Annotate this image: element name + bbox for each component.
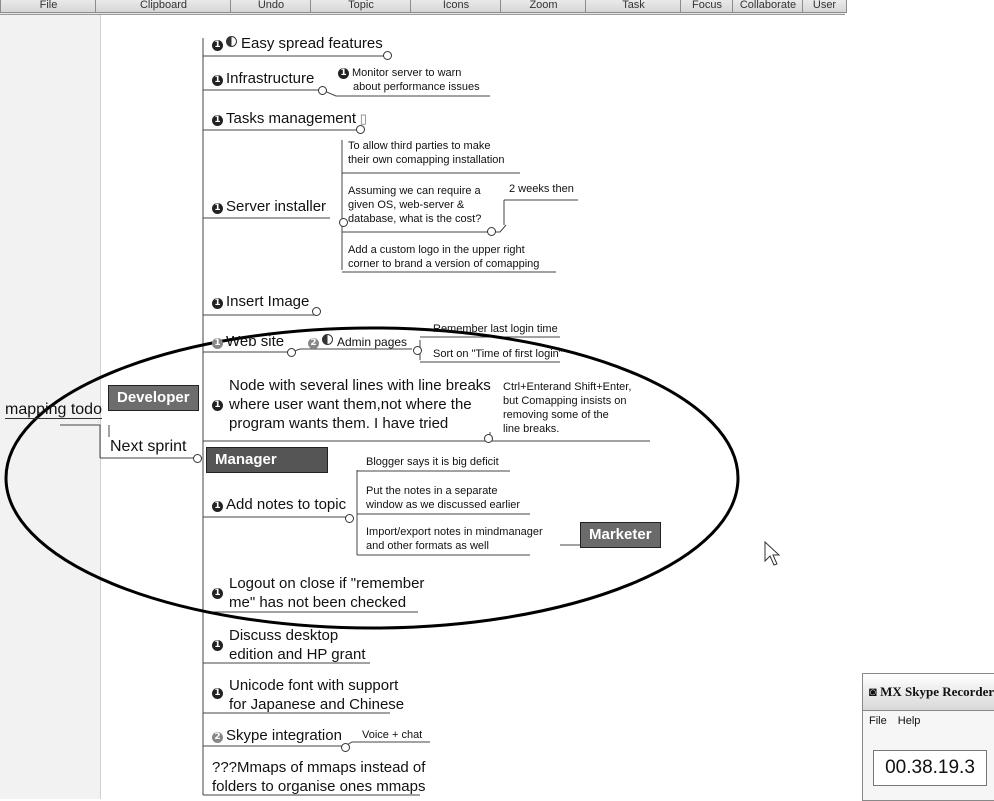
topic-label: Easy spread features (241, 35, 383, 52)
topic-admin-pages[interactable]: 2 Admin pages (308, 334, 407, 349)
priority-1-icon: 1 (212, 338, 223, 349)
priority-1-icon: 1 (212, 75, 223, 86)
topic-label: Tasks management (226, 110, 357, 127)
topic-skype-integration[interactable]: 2 Skype integration (212, 727, 342, 744)
priority-1-icon: 1 (212, 203, 223, 214)
priority-2-icon: 2 (308, 338, 319, 349)
recorder-title-bar: ◙ MX Skype Recorder (863, 674, 994, 711)
manager-tag: Manager (206, 447, 328, 473)
priority-1-icon: 1 (212, 400, 223, 411)
priority-1-icon: 1 (212, 588, 223, 599)
priority-1-icon: 1 (212, 298, 223, 309)
topic-server-installer[interactable]: 1 Server installer (212, 198, 326, 215)
recorder-menu-help[interactable]: Help (898, 715, 921, 727)
collapse-knob[interactable] (487, 227, 496, 236)
mouse-pointer-icon (764, 541, 780, 566)
priority-1-icon: 1 (212, 40, 223, 51)
collapse-knob[interactable] (193, 454, 202, 463)
recorder-menu-bar: File Help (863, 711, 994, 731)
progress-half-icon (226, 36, 237, 47)
topic-label: Insert Image (226, 293, 310, 310)
topic-label: Skype integration (226, 727, 342, 744)
topic-web-site[interactable]: 1 Web site (212, 333, 284, 350)
next-sprint-topic[interactable]: Next sprint (110, 438, 186, 455)
collapse-knob[interactable] (318, 86, 327, 95)
topic-label: Server installer (226, 198, 327, 215)
note-third-parties[interactable]: To allow third parties to make their own … (348, 139, 505, 167)
topic-node-line-breaks[interactable]: 1 Node with several lines with line break… (212, 376, 491, 433)
recorder-menu-file[interactable]: File (869, 715, 887, 727)
priority-1-icon: 1 (338, 68, 349, 79)
note-voice-chat[interactable]: Voice + chat (362, 728, 422, 742)
collapse-knob[interactable] (341, 743, 350, 752)
topic-tasks-management[interactable]: 1 Tasks management ▯ (212, 110, 367, 127)
note-ctrl-enter[interactable]: Ctrl+Enterand Shift+Enter, but Comapping … (503, 380, 631, 436)
topic-insert-image[interactable]: 1 Insert Image (212, 293, 309, 310)
topic-easy-spread[interactable]: 1 Easy spread features (212, 35, 383, 52)
note-import-export[interactable]: Import/export notes in mindmanager and ot… (366, 525, 543, 553)
skype-recorder-window: ◙ MX Skype Recorder File Help 00.38.19.3 (862, 673, 994, 801)
recorder-elapsed-time: 00.38.19.3 (873, 750, 987, 786)
topic-label: Web site (226, 333, 285, 350)
note-assuming-os[interactable]: Assuming we can require a given OS, web-s… (348, 184, 481, 226)
root-topic[interactable]: mapping todo (5, 401, 102, 419)
collapse-knob[interactable] (287, 348, 296, 357)
note-remember-login[interactable]: Remember last login time (433, 322, 558, 336)
priority-1-icon: 1 (212, 115, 223, 126)
collapse-knob[interactable] (345, 514, 354, 523)
note-sort-login[interactable]: Sort on "Time of first login" (433, 347, 563, 361)
collapse-knob[interactable] (484, 434, 493, 443)
priority-2-icon: 2 (212, 732, 223, 743)
topic-unicode-font[interactable]: 1 Unicode font with support for Japanese a… (212, 676, 404, 714)
note-separate-window[interactable]: Put the notes in a separate window as we … (366, 484, 520, 512)
topic-mmaps[interactable]: ???Mmaps of mmaps instead of folders to o… (212, 758, 425, 796)
topic-label: Infrastructure (226, 70, 315, 87)
topic-infrastructure[interactable]: 1 Infrastructure (212, 70, 314, 87)
recorder-app-icon: ◙ (869, 684, 881, 699)
topic-discuss-desktop[interactable]: 1 Discuss desktop edition and HP grant (212, 626, 366, 664)
collapse-knob[interactable] (383, 51, 392, 60)
topic-add-notes[interactable]: 1 Add notes to topic (212, 496, 346, 513)
note-icon: ▯ (356, 111, 367, 126)
topic-label: Add notes to topic (226, 496, 347, 513)
collapse-knob[interactable] (312, 307, 321, 316)
note-blogger[interactable]: Blogger says it is big deficit (366, 455, 499, 469)
priority-1-icon: 1 (212, 688, 223, 699)
note-two-weeks[interactable]: 2 weeks then (509, 182, 574, 196)
priority-1-icon: 1 (212, 640, 223, 651)
developer-tag: Developer (108, 385, 199, 411)
progress-half-icon (322, 334, 333, 345)
topic-logout[interactable]: 1 Logout on close if "remember me" has not… (212, 574, 424, 612)
collapse-knob[interactable] (339, 218, 348, 227)
marketer-tag: Marketer (580, 522, 661, 548)
priority-1-icon: 1 (212, 501, 223, 512)
note-monitor-server[interactable]: 1 Monitor server to warn about performance… (338, 66, 480, 94)
note-custom-logo[interactable]: Add a custom logo in the upper right corn… (348, 243, 539, 271)
collapse-knob[interactable] (413, 346, 422, 355)
